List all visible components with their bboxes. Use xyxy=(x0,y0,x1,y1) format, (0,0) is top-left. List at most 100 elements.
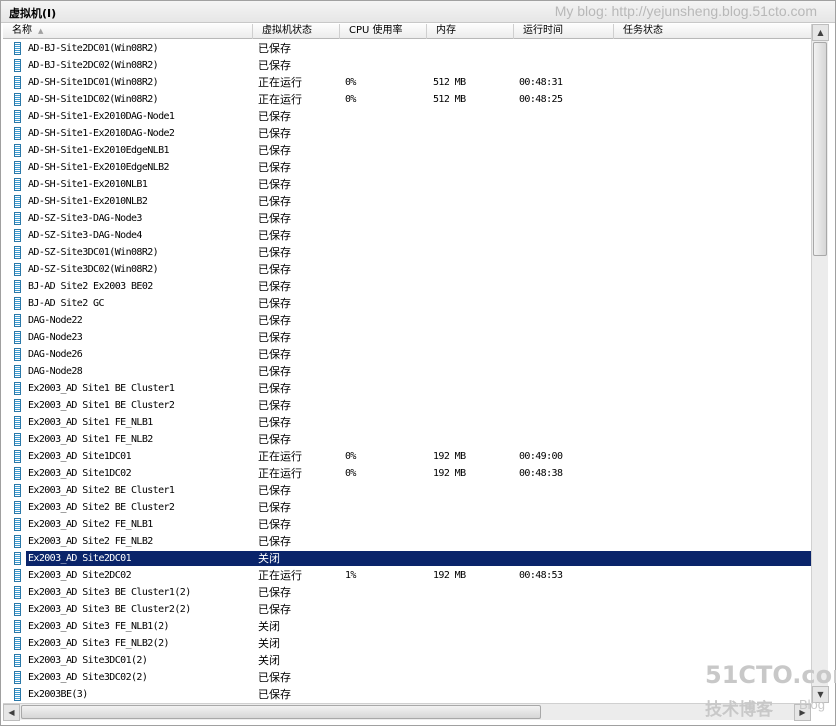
table-row[interactable]: DAG-Node23 已保存 xyxy=(3,329,811,346)
table-row[interactable]: Ex2003_AD Site3DC01(2) 关闭 xyxy=(3,652,811,669)
vm-icon xyxy=(14,416,21,429)
table-row[interactable]: Ex2003_AD Site1 BE Cluster1 已保存 xyxy=(3,380,811,397)
scroll-left-icon[interactable]: ◀ xyxy=(3,704,20,721)
vm-state-cell: 已保存 xyxy=(258,433,291,446)
vm-state-cell: 已保存 xyxy=(258,348,291,361)
table-row[interactable]: Ex2003_AD Site2 FE_NLB1 已保存 xyxy=(3,516,811,533)
table-row[interactable]: AD-SZ-Site3-DAG-Node4 已保存 xyxy=(3,227,811,244)
vm-state-cell: 已保存 xyxy=(258,603,291,616)
vm-state-cell: 已保存 xyxy=(258,42,291,55)
vertical-scrollbar[interactable]: ▲ ▼ xyxy=(811,24,829,703)
column-header-memory-label: 内存 xyxy=(436,25,456,36)
vm-state-cell: 关闭 xyxy=(258,637,280,650)
column-header-cpu[interactable]: CPU 使用率 xyxy=(340,24,427,39)
table-row[interactable]: AD-BJ-Site2DC01(Win08R2) 已保存 xyxy=(3,40,811,57)
vm-name-cell: Ex2003_AD Site2 FE_NLB2 xyxy=(28,536,153,547)
vm-name-cell: Ex2003_AD Site1DC01 xyxy=(28,451,132,462)
table-row[interactable]: AD-SH-Site1-Ex2010DAG-Node2 已保存 xyxy=(3,125,811,142)
table-row[interactable]: Ex2003_AD Site3DC02(2) 已保存 xyxy=(3,669,811,686)
table-row[interactable]: Ex2003_AD Site2 FE_NLB2 已保存 xyxy=(3,533,811,550)
table-row[interactable]: AD-SZ-Site3DC01(Win08R2) 已保存 xyxy=(3,244,811,261)
vm-uptime-cell: 00:48:53 xyxy=(519,570,563,581)
table-row[interactable]: AD-SH-Site1-Ex2010NLB1 已保存 xyxy=(3,176,811,193)
column-header-name[interactable]: 名称 ▲ xyxy=(3,24,253,39)
vm-state-cell: 已保存 xyxy=(258,586,291,599)
vm-name-cell: Ex2003_AD Site3DC02(2) xyxy=(28,672,148,683)
column-header-uptime[interactable]: 运行时间 xyxy=(514,24,614,39)
table-row[interactable]: DAG-Node26 已保存 xyxy=(3,346,811,363)
vm-name-cell: Ex2003_AD Site3 FE_NLB1(2) xyxy=(28,621,170,632)
vm-icon xyxy=(14,450,21,463)
logo-sub-text: 技术博客 xyxy=(705,700,773,720)
table-row[interactable]: Ex2003_AD Site2DC02 正在运行 1% 192 MB 00:48:53 xyxy=(3,567,811,584)
vertical-scroll-thumb[interactable] xyxy=(813,42,827,256)
column-header-uptime-label: 运行时间 xyxy=(523,25,563,36)
vm-icon xyxy=(14,365,21,378)
vm-state-cell: 已保存 xyxy=(258,178,291,191)
table-row[interactable]: AD-SH-Site1-Ex2010EdgeNLB1 已保存 xyxy=(3,142,811,159)
table-row[interactable]: BJ-AD Site2 Ex2003 BE02 已保存 xyxy=(3,278,811,295)
site-logo-watermark: 51CTO.com 技术博客 Blog xyxy=(703,661,836,723)
table-row[interactable]: Ex2003_AD Site1DC01 正在运行 0% 192 MB 00:49:00 xyxy=(3,448,811,465)
vm-name-cell: BJ-AD Site2 GC xyxy=(28,298,104,309)
vm-name-cell: Ex2003_AD Site2 FE_NLB1 xyxy=(28,519,153,530)
table-row[interactable]: DAG-Node28 已保存 xyxy=(3,363,811,380)
vm-state-cell: 已保存 xyxy=(258,280,291,293)
vm-name-cell: AD-SH-Site1-Ex2010DAG-Node2 xyxy=(28,128,175,139)
table-row[interactable]: Ex2003_AD Site1 FE_NLB2 已保存 xyxy=(3,431,811,448)
horizontal-scrollbar[interactable]: ◀ ▶ xyxy=(3,703,811,721)
table-row[interactable]: Ex2003_AD Site3 BE Cluster2(2) 已保存 xyxy=(3,601,811,618)
selection-highlight xyxy=(26,551,811,566)
table-row[interactable]: AD-SH-Site1-Ex2010DAG-Node1 已保存 xyxy=(3,108,811,125)
scroll-up-icon[interactable]: ▲ xyxy=(812,24,829,41)
table-row[interactable]: Ex2003_AD Site1DC02 正在运行 0% 192 MB 00:48:38 xyxy=(3,465,811,482)
table-row[interactable]: AD-SH-Site1-Ex2010NLB2 已保存 xyxy=(3,193,811,210)
vm-state-cell: 已保存 xyxy=(258,212,291,225)
vm-name-cell: Ex2003_AD Site1 BE Cluster1 xyxy=(28,383,175,394)
vm-icon xyxy=(14,161,21,174)
table-row[interactable]: AD-BJ-Site2DC02(Win08R2) 已保存 xyxy=(3,57,811,74)
vm-icon xyxy=(14,399,21,412)
table-row[interactable]: AD-SH-Site1DC02(Win08R2) 正在运行 0% 512 MB 00:4… xyxy=(3,91,811,108)
table-row[interactable]: Ex2003_AD Site3 BE Cluster1(2) 已保存 xyxy=(3,584,811,601)
column-header-state[interactable]: 虚拟机状态 xyxy=(253,24,340,39)
vm-state-cell: 正在运行 xyxy=(258,467,302,480)
table-row[interactable]: Ex2003_AD Site3 FE_NLB2(2) 关闭 xyxy=(3,635,811,652)
table-row[interactable]: Ex2003_AD Site2DC01 关闭 xyxy=(3,550,811,567)
vm-icon xyxy=(14,637,21,650)
table-row[interactable]: Ex2003_AD Site2 BE Cluster1 已保存 xyxy=(3,482,811,499)
vm-icon xyxy=(14,586,21,599)
table-row[interactable]: AD-SH-Site1-Ex2010EdgeNLB2 已保存 xyxy=(3,159,811,176)
vm-icon xyxy=(14,331,21,344)
vm-icon xyxy=(14,569,21,582)
column-header-memory[interactable]: 内存 xyxy=(427,24,514,39)
vm-icon xyxy=(14,654,21,667)
table-row[interactable]: BJ-AD Site2 GC 已保存 xyxy=(3,295,811,312)
vm-icon xyxy=(14,76,21,89)
vm-icon xyxy=(14,501,21,514)
table-row[interactable]: AD-SH-Site1DC01(Win08R2) 正在运行 0% 512 MB 00:4… xyxy=(3,74,811,91)
vm-icon xyxy=(14,93,21,106)
vm-icon xyxy=(14,603,21,616)
vm-name-cell: AD-SZ-Site3DC02(Win08R2) xyxy=(28,264,159,275)
vm-icon xyxy=(14,433,21,446)
table-row[interactable]: Ex2003_AD Site1 BE Cluster2 已保存 xyxy=(3,397,811,414)
table-row[interactable]: AD-SZ-Site3DC02(Win08R2) 已保存 xyxy=(3,261,811,278)
vm-icon xyxy=(14,178,21,191)
table-row[interactable]: Ex2003_AD Site3 FE_NLB1(2) 关闭 xyxy=(3,618,811,635)
vm-name-cell: DAG-Node23 xyxy=(28,332,83,343)
table-row[interactable]: DAG-Node22 已保存 xyxy=(3,312,811,329)
vm-state-cell: 已保存 xyxy=(258,195,291,208)
column-header-name-label: 名称 xyxy=(12,25,32,36)
vm-state-cell: 已保存 xyxy=(258,229,291,242)
vm-name-cell: AD-SZ-Site3-DAG-Node4 xyxy=(28,230,142,241)
table-row[interactable]: AD-SZ-Site3-DAG-Node3 已保存 xyxy=(3,210,811,227)
horizontal-scroll-thumb[interactable] xyxy=(21,705,541,719)
table-row[interactable]: Ex2003_AD Site1 FE_NLB1 已保存 xyxy=(3,414,811,431)
table-row[interactable]: Ex2003BE(3) 已保存 xyxy=(3,686,811,702)
column-header-task-status[interactable]: 任务状态 xyxy=(614,24,811,39)
vm-state-cell: 已保存 xyxy=(258,671,291,684)
vm-memory-cell: 192 MB xyxy=(433,468,466,479)
table-row[interactable]: Ex2003_AD Site2 BE Cluster2 已保存 xyxy=(3,499,811,516)
vm-state-cell: 正在运行 xyxy=(258,450,302,463)
